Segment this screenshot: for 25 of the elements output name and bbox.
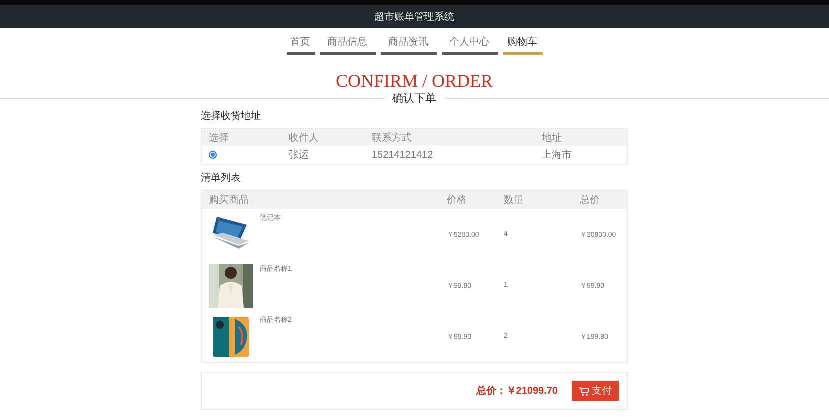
page-subtitle: 确认下单 <box>392 92 436 106</box>
table-cell-text: 上海市 <box>542 148 573 162</box>
column-header: 选择 <box>209 132 230 144</box>
column-header: 价格 <box>447 194 468 207</box>
column-header: 总价 <box>580 194 601 207</box>
nav-tab[interactable]: 商品信息 <box>320 33 376 55</box>
column-header: 数量 <box>504 194 525 207</box>
nav-tab[interactable]: 个人中心 <box>442 33 498 55</box>
table-cell-text: 张运 <box>289 148 310 162</box>
page-title: CONFIRM / ORDER <box>334 71 494 91</box>
section-title: 清单列表 <box>201 172 242 185</box>
nav-tab[interactable]: 商品资讯 <box>380 33 436 55</box>
column-header: 购买商品 <box>209 194 250 207</box>
site-title: 超市账单管理系统 <box>374 10 454 24</box>
column-header: 收件人 <box>289 132 320 144</box>
pay-button[interactable]: 支付 <box>572 381 619 401</box>
column-header: 联系方式 <box>372 132 413 144</box>
address-radio[interactable] <box>209 151 217 159</box>
nav-tab[interactable]: 购物车 <box>502 33 542 55</box>
column-header: 地址 <box>542 132 563 144</box>
table-cell-text: 15214121412 <box>372 150 434 160</box>
total-price: 总价：￥21099.70 <box>476 384 558 398</box>
nav-tab[interactable]: 首页 <box>286 33 314 55</box>
cart-icon <box>579 386 589 396</box>
section-title: 选择收货地址 <box>201 110 262 123</box>
